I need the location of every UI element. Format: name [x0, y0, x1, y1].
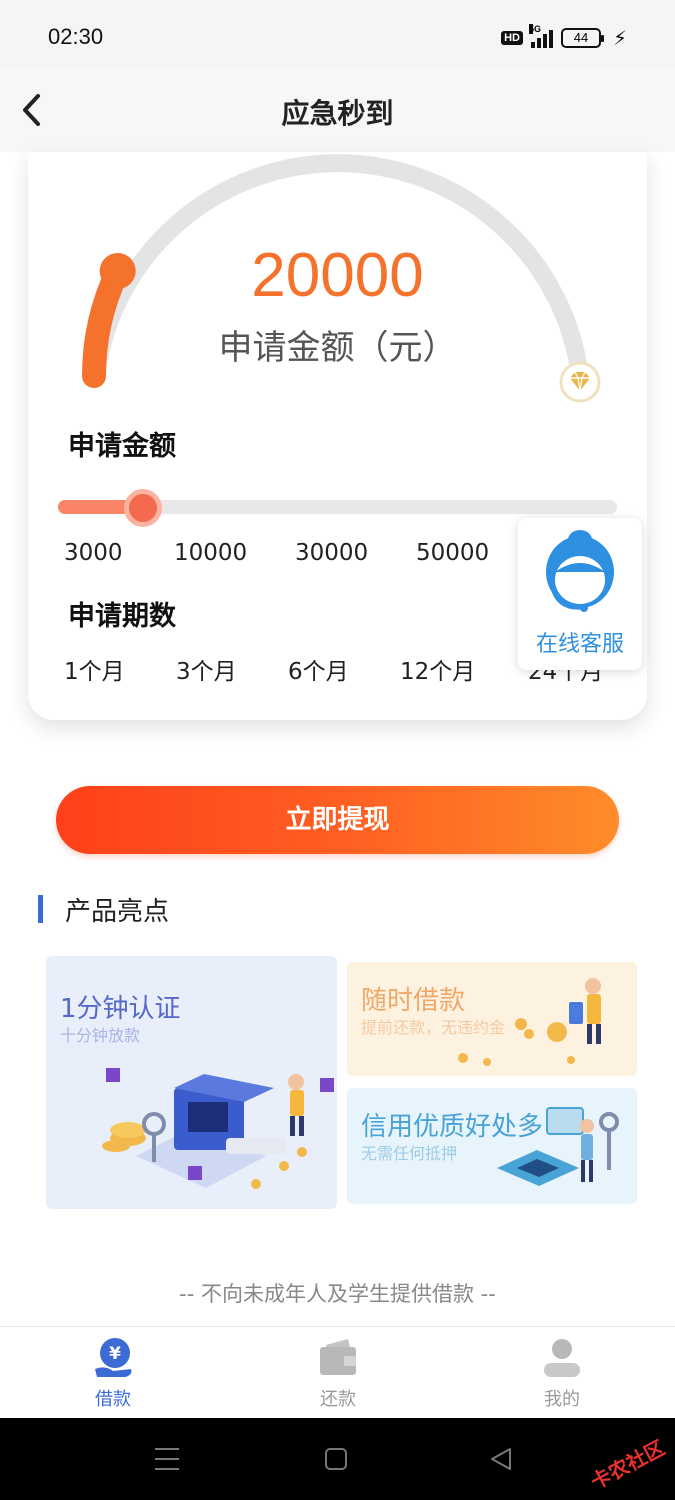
amount-tick[interactable]: 3000	[64, 540, 174, 566]
tab-bar: ¥ 借款 还款 我的	[0, 1326, 675, 1418]
status-bar: 02:30 HD 5G 44 ⚡	[0, 0, 675, 68]
user-icon	[544, 1339, 580, 1377]
tab-label: 还款	[320, 1389, 356, 1410]
verification-illustration	[102, 1068, 334, 1189]
term-option[interactable]: 1个月	[64, 652, 176, 686]
yuan-hand-icon: ¥	[95, 1338, 132, 1377]
tab-label: 借款	[95, 1389, 131, 1410]
customer-service-label: 在线客服	[535, 632, 624, 657]
section-accent-bar	[38, 895, 43, 923]
feature-tile-credit: 信用优质好处多 无需任何抵押	[347, 1088, 637, 1204]
svg-text:¥: ¥	[109, 1344, 121, 1364]
charging-icon: ⚡	[612, 26, 627, 50]
network-type: 5G	[528, 24, 541, 34]
tab-label: 我的	[544, 1389, 580, 1410]
customer-service-button[interactable]: 在线客服	[518, 518, 642, 670]
withdraw-button[interactable]: 立即提现	[56, 786, 619, 854]
loan-amount-label: 申请金额（元）	[218, 328, 457, 368]
features-title: 产品亮点	[65, 896, 170, 927]
menu-icon[interactable]	[153, 1446, 183, 1472]
back-triangle-icon[interactable]	[488, 1446, 514, 1472]
tab-loan[interactable]: ¥ 借款	[53, 1335, 173, 1411]
amount-tick[interactable]: 30000	[295, 540, 416, 566]
features-header: 产品亮点	[38, 893, 170, 927]
anytime-illustration	[458, 978, 601, 1066]
amount-slider-thumb[interactable]	[123, 489, 162, 527]
term-option[interactable]: 6个月	[288, 652, 400, 686]
battery-icon: 44	[560, 28, 604, 48]
disclaimer: -- 不向未成年人及学生提供借款 --	[179, 1282, 496, 1306]
credit-illustration	[497, 1107, 619, 1186]
amount-tick-row: 3000 10000 30000 50000	[64, 540, 537, 566]
loan-amount: 20000	[251, 241, 424, 310]
signal-icon: 5G	[528, 24, 553, 48]
amount-tick[interactable]: 10000	[174, 540, 295, 566]
tab-profile[interactable]: 我的	[502, 1335, 622, 1411]
term-section-label: 申请期数	[68, 601, 176, 632]
term-option[interactable]: 3个月	[176, 652, 288, 686]
hd-icon: HD	[501, 31, 523, 45]
page-title: 应急秒到	[281, 97, 394, 130]
term-option[interactable]: 12个月	[400, 652, 528, 686]
feature-tile-verification: 1分钟认证 十分钟放款	[46, 956, 337, 1209]
feature-tile-anytime: 随时借款 提前还款，无违约金	[347, 962, 637, 1076]
amount-section-label: 申请金额	[68, 431, 176, 462]
status-icons: HD 5G 44 ⚡	[501, 24, 627, 50]
status-time: 02:30	[48, 24, 104, 49]
watermark-logo: 卡农社区	[586, 1435, 669, 1495]
headset-agent-icon	[546, 530, 614, 612]
nav-bar: 应急秒到	[0, 68, 675, 152]
system-nav-bar: 卡农社区	[0, 1418, 675, 1500]
home-icon[interactable]	[323, 1446, 349, 1472]
tab-repay[interactable]: 还款	[278, 1335, 398, 1411]
wallet-icon	[320, 1339, 356, 1375]
